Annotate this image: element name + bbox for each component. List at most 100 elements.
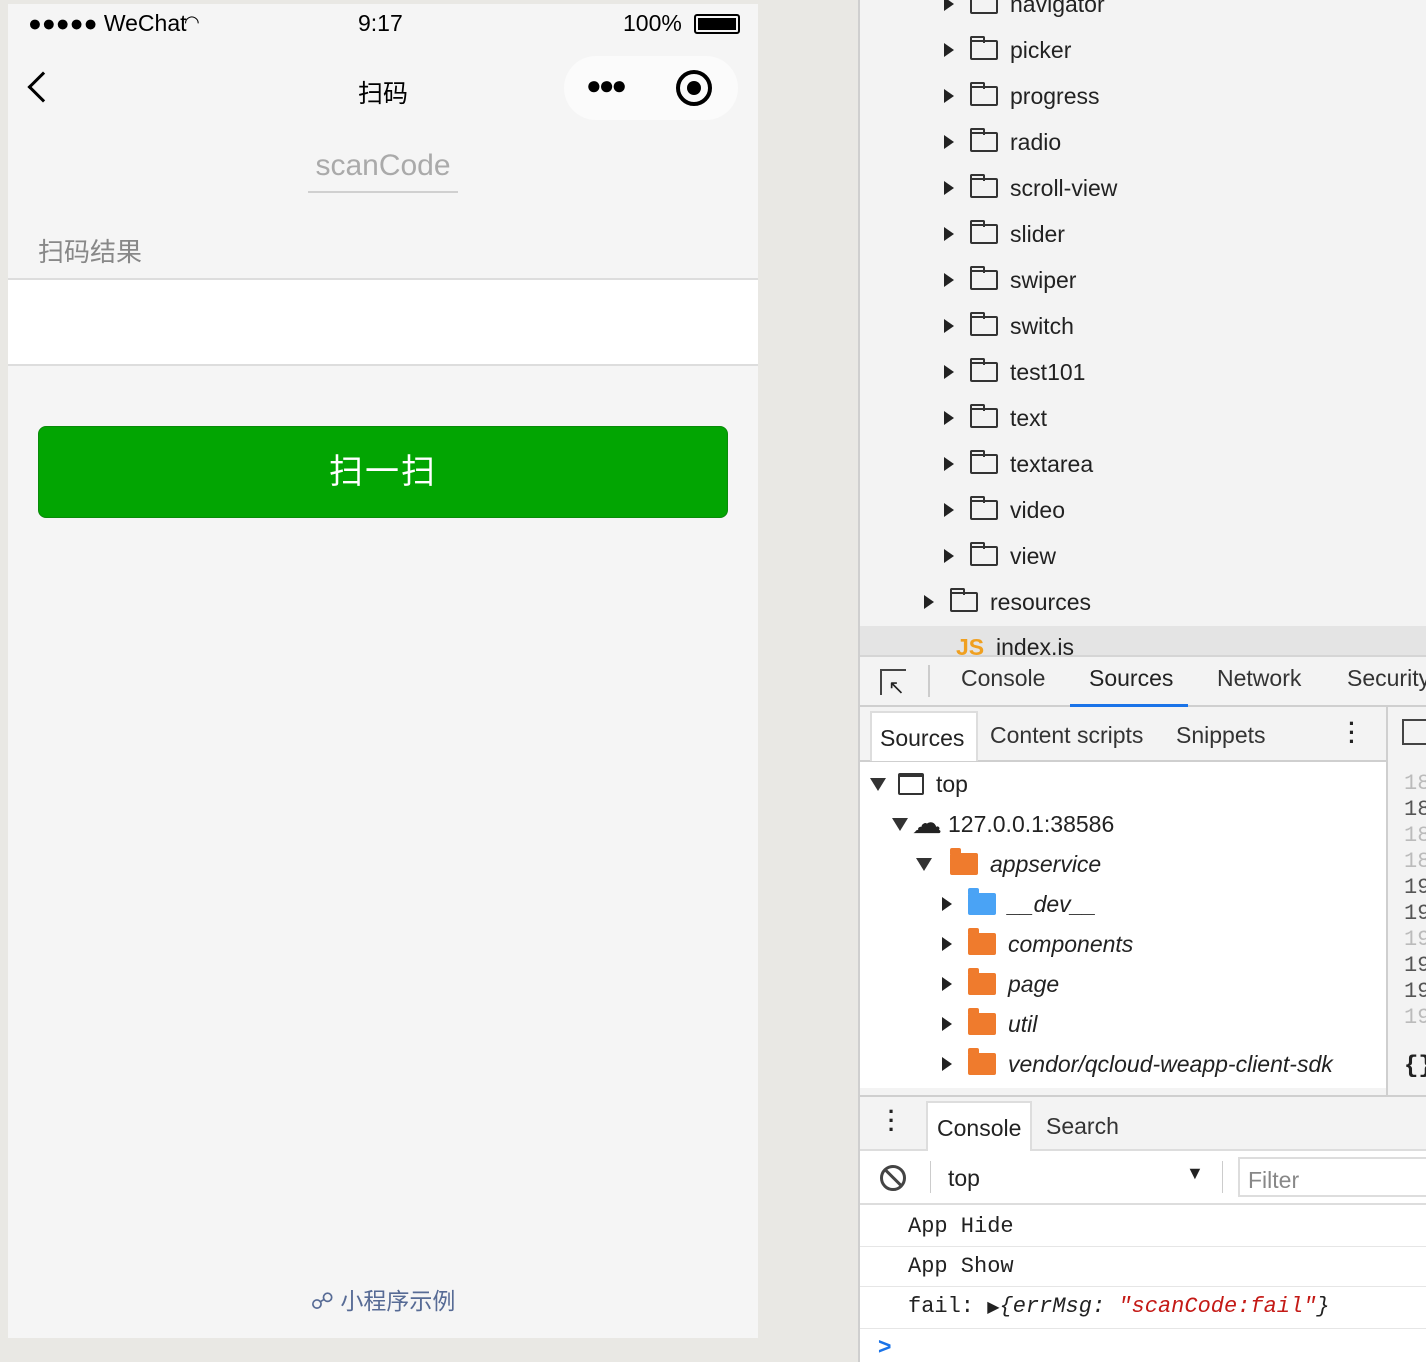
subtab-sources[interactable]: Sources xyxy=(870,711,978,761)
console-prompt[interactable]: > xyxy=(878,1333,891,1360)
context-select[interactable]: top xyxy=(948,1165,980,1192)
scan-button[interactable]: 扫一扫 xyxy=(38,426,728,518)
tree-item[interactable]: slider xyxy=(944,211,1065,257)
folder-icon xyxy=(970,0,998,14)
folder-icon xyxy=(968,928,996,955)
folder-icon xyxy=(970,128,998,152)
more-icon[interactable]: ●●● xyxy=(586,70,627,101)
tree-item[interactable]: radio xyxy=(944,119,1061,165)
close-miniprogram-icon[interactable] xyxy=(676,70,712,106)
tree-item-label: __dev__ xyxy=(1008,890,1097,917)
folder-icon xyxy=(970,220,998,244)
tree-item-label: resources xyxy=(990,588,1091,615)
clock: 9:17 xyxy=(358,10,403,36)
console-error-message[interactable]: fail: ▶{errMsg: "scanCode:fail"} xyxy=(860,1287,1426,1329)
line-number: 19 xyxy=(1404,1005,1426,1030)
line-number: 19 xyxy=(1404,979,1426,1004)
tree-item-label: test101 xyxy=(1010,358,1086,385)
tree-item[interactable]: picker xyxy=(944,27,1071,73)
tree-item-label: video xyxy=(1010,496,1065,523)
folder-icon xyxy=(950,848,978,875)
tab-network[interactable]: Network xyxy=(1217,665,1301,707)
tree-item[interactable]: view xyxy=(944,533,1056,579)
folder-icon xyxy=(970,496,998,520)
line-number: 19 xyxy=(1404,901,1426,926)
frame-icon xyxy=(898,773,924,795)
tree-item-folder[interactable]: vendor/qcloud-weapp-client-sdk xyxy=(942,1044,1333,1084)
line-number: 18 xyxy=(1404,849,1426,874)
tree-item-label: index.js xyxy=(996,634,1074,656)
tree-item-host[interactable]: ☁ 127.0.0.1:38586 xyxy=(892,804,1114,844)
folder-icon xyxy=(968,1008,996,1035)
tree-item-label: page xyxy=(1008,970,1060,997)
tree-item-resources[interactable]: resources xyxy=(924,579,1091,625)
folder-icon xyxy=(970,542,998,566)
tab-security[interactable]: Security xyxy=(1347,665,1426,707)
tree-item-label: navigator xyxy=(1010,0,1105,17)
console-drawer: · · · Console Search top ▼ Filter App Hide… xyxy=(860,1095,1426,1362)
folder-icon xyxy=(970,36,998,60)
message-prefix: fail: xyxy=(908,1294,975,1319)
tree-item-index-js[interactable]: JS index.js xyxy=(860,626,1426,656)
tree-item-label: textarea xyxy=(1010,450,1094,477)
devtools-tabbar: ↖ Console Sources Network Security xyxy=(860,655,1426,707)
chevron-down-icon[interactable]: ▼ xyxy=(1186,1163,1204,1184)
result-field[interactable] xyxy=(8,278,758,366)
tree-item-folder[interactable]: util xyxy=(942,1004,1037,1044)
subtab-snippets[interactable]: Snippets xyxy=(1176,722,1266,749)
folder-icon xyxy=(970,450,998,474)
line-number: 19 xyxy=(1404,875,1426,900)
tree-item-top[interactable]: top xyxy=(870,764,968,804)
tree-item-appservice[interactable]: appservice xyxy=(916,844,1101,884)
tree-item[interactable]: switch xyxy=(944,303,1074,349)
sources-subtabs: Sources Content scripts Snippets · · · xyxy=(860,707,1386,762)
tree-item-label: top xyxy=(936,770,968,797)
page-title: scanCode xyxy=(308,149,458,193)
tree-item-folder[interactable]: components xyxy=(942,924,1133,964)
footer-link[interactable]: ☍ 小程序示例 xyxy=(8,1282,758,1316)
clear-console-icon[interactable] xyxy=(880,1165,906,1191)
tree-item[interactable]: video xyxy=(944,487,1065,533)
tab-sources[interactable]: Sources xyxy=(1070,665,1188,707)
folder-icon xyxy=(970,266,998,290)
toggle-sidebar-icon[interactable] xyxy=(1402,719,1426,745)
tree-item[interactable]: navigator xyxy=(944,0,1105,27)
expand-arrow-icon[interactable]: ▶ xyxy=(987,1299,999,1317)
tree-item-folder[interactable]: page xyxy=(942,964,1059,1004)
console-message: App Show xyxy=(860,1247,1426,1287)
inspect-element-icon[interactable]: ↖ xyxy=(880,669,906,699)
status-bar: ●●●●● WeChat ◠ 9:17 100% xyxy=(8,10,758,40)
tree-item[interactable]: textarea xyxy=(944,441,1093,487)
divider xyxy=(928,665,930,697)
pretty-print-button[interactable]: {} xyxy=(1404,1053,1426,1080)
filter-input[interactable]: Filter xyxy=(1238,1157,1426,1197)
link-icon: ☍ xyxy=(310,1288,341,1314)
capsule-menu: ●●● xyxy=(564,56,738,120)
tab-console[interactable]: Console xyxy=(961,665,1045,707)
line-number: 18 xyxy=(1404,823,1426,848)
drawer-menu-icon[interactable]: · · · xyxy=(888,1101,895,1141)
folder-icon xyxy=(970,312,998,336)
tree-item-label: text xyxy=(1010,404,1048,431)
drawer-tab-search[interactable]: Search xyxy=(1046,1113,1119,1140)
folder-icon xyxy=(950,588,978,612)
line-number-gutter: 18181818191919191919 {} xyxy=(1386,707,1426,1095)
tree-item[interactable]: progress xyxy=(944,73,1099,119)
tree-item-folder[interactable]: __dev__ xyxy=(942,884,1096,924)
drawer-tab-console[interactable]: Console xyxy=(926,1101,1033,1151)
tree-item[interactable]: swiper xyxy=(944,257,1076,303)
folder-icon xyxy=(968,888,996,915)
tree-item[interactable]: test101 xyxy=(944,349,1085,395)
tree-item-label: progress xyxy=(1010,82,1100,109)
tree-item-label: vendor/qcloud-weapp-client-sdk xyxy=(1008,1050,1333,1077)
console-message: App Hide xyxy=(860,1207,1426,1247)
more-options-icon[interactable]: · · · xyxy=(1348,713,1356,753)
tree-item[interactable]: scroll-view xyxy=(944,165,1117,211)
tree-item-label: util xyxy=(1008,1010,1038,1037)
tree-item[interactable]: text xyxy=(944,395,1047,441)
subtab-content-scripts[interactable]: Content scripts xyxy=(990,722,1143,749)
object-value: "scanCode:fail" xyxy=(1118,1294,1317,1319)
result-label: 扫码结果 xyxy=(38,237,143,267)
carrier: ●●●●● WeChat xyxy=(28,10,187,36)
cloud-icon: ☁ xyxy=(912,807,942,840)
